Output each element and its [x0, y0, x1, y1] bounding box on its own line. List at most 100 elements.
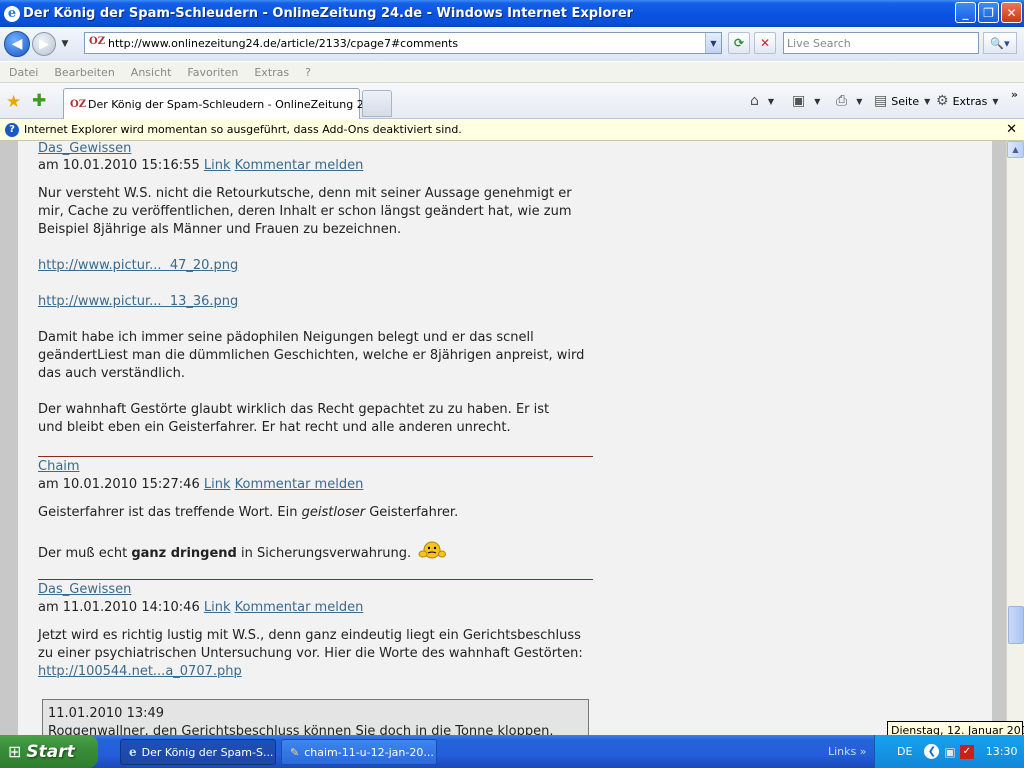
clock[interactable]: 13:30: [986, 745, 1018, 758]
system-tray: DE ❮ ▣ ✓ 13:30: [874, 735, 1024, 768]
refresh-button[interactable]: ⟳: [728, 32, 750, 54]
comment-link[interactable]: Link: [204, 477, 231, 492]
quote-text: Roggenwallner, den Gerichtsbeschluss kön…: [48, 724, 554, 735]
external-link[interactable]: http://100544.net...a_0707.php: [38, 664, 242, 679]
menu-bearbeiten[interactable]: Bearbeiten: [54, 66, 114, 79]
navigation-bar: ◀ ▶ ▼ OZ http://www.onlinezeitung24.de/a…: [0, 27, 1024, 61]
menu-bar: Datei Bearbeiten Ansicht Favoriten Extra…: [0, 61, 1024, 83]
taskbar-item-label: chaim-11-u-12-jan-20...: [304, 745, 434, 759]
report-comment-link[interactable]: Kommentar melden: [235, 158, 364, 173]
comment-date: am 10.01.2010 15:27:46: [38, 477, 200, 492]
comment-paragraph: Jetzt wird es richtig lustig mit W.S., d…: [38, 628, 583, 661]
taskbar-item-label: Der König der Spam-S...: [141, 745, 274, 759]
close-infobar-icon[interactable]: ✕: [1006, 122, 1017, 137]
tab-favicon-icon: OZ: [70, 98, 87, 110]
menu-extras[interactable]: Extras: [254, 66, 289, 79]
menu-help[interactable]: ?: [305, 66, 311, 79]
scroll-up-icon[interactable]: ▲: [1007, 141, 1024, 158]
info-bar[interactable]: ? Internet Explorer wird momentan so aus…: [0, 119, 1024, 141]
comment-divider: [38, 456, 593, 457]
quote-box: 11.01.2010 13:49 Roggenwallner, den Geri…: [42, 699, 589, 735]
history-dropdown-icon[interactable]: ▼: [59, 39, 71, 49]
comment-link[interactable]: Link: [204, 600, 231, 615]
search-button[interactable]: 🔍▾: [983, 32, 1017, 54]
tools-menu-label: Extras: [952, 94, 988, 108]
tools-menu-button[interactable]: ⚙ Extras ▼: [936, 93, 999, 109]
forward-button[interactable]: ▶: [32, 32, 56, 56]
comment-author-link[interactable]: Das_Gewissen: [38, 141, 131, 156]
quote-date: 11.01.2010 13:49: [48, 706, 165, 721]
search-input[interactable]: Live Search: [783, 32, 979, 54]
comment-paragraph: Der wahnhaft Gestörte glaubt wirklich da…: [38, 402, 550, 435]
minimize-button[interactable]: _: [955, 2, 976, 23]
comment-link[interactable]: Link: [204, 158, 231, 173]
comment-date: am 10.01.2010 15:16:55: [38, 158, 200, 173]
language-indicator[interactable]: DE: [897, 745, 912, 758]
thinking-smiley-icon: [418, 541, 447, 559]
page-viewport: Das_Gewissen am 10.01.2010 15:16:55 Link…: [0, 141, 1006, 735]
new-tab-button[interactable]: [362, 90, 392, 117]
image-link[interactable]: http://www.pictur... 47_20.png: [38, 258, 238, 273]
comment-author-link[interactable]: Das_Gewissen: [38, 582, 131, 597]
vertical-scrollbar[interactable]: ▲: [1006, 141, 1024, 735]
back-button[interactable]: ◀: [4, 31, 30, 57]
page-icon: ▤: [874, 93, 888, 109]
home-icon: ⌂: [750, 93, 759, 109]
taskbar-item-image[interactable]: ✎ chaim-11-u-12-jan-20...: [281, 739, 437, 765]
comment-paragraph: Nur versteht W.S. nicht die Retourkutsch…: [38, 186, 572, 237]
address-dropdown-icon[interactable]: ▼: [705, 33, 721, 53]
antivirus-icon[interactable]: ✓: [959, 744, 974, 759]
maximize-button[interactable]: ❐: [978, 2, 999, 23]
windows-logo-icon: ⊞: [8, 742, 22, 761]
info-icon: ?: [5, 122, 19, 137]
menu-ansicht[interactable]: Ansicht: [131, 66, 172, 79]
title-bar: e Der König der Spam-Schleudern - Online…: [0, 0, 1024, 27]
comment-meta: am 10.01.2010 15:16:55 Link Kommentar me…: [38, 157, 363, 175]
ie-icon: e: [129, 745, 137, 759]
comment-paragraph: Geisterfahrer ist das treffende Wort. Ei…: [38, 505, 459, 520]
chevron-more-icon[interactable]: »: [1011, 88, 1018, 101]
report-comment-link[interactable]: Kommentar melden: [235, 600, 364, 615]
tab-current[interactable]: OZ Der König der Spam-Schleudern - Onlin…: [63, 88, 388, 119]
comment-date: am 11.01.2010 14:10:46: [38, 600, 200, 615]
tab-bar: ★ ✚ OZ Der König der Spam-Schleudern - O…: [0, 83, 1024, 119]
window-title: Der König der Spam-Schleudern - OnlineZe…: [23, 6, 634, 21]
stop-button[interactable]: ✕: [754, 32, 776, 54]
start-button[interactable]: ⊞ Start: [0, 735, 98, 768]
comment-paragraph: Damit habe ich immer seine pädophilen Ne…: [38, 330, 585, 381]
rss-icon: ▣: [792, 93, 806, 109]
address-bar[interactable]: OZ http://www.onlinezeitung24.de/article…: [84, 32, 722, 54]
start-label: Start: [26, 741, 75, 762]
report-comment-link[interactable]: Kommentar melden: [235, 477, 364, 492]
taskbar: ⊞ Start e Der König der Spam-S... ✎ chai…: [0, 735, 1024, 768]
page-body: Das_Gewissen am 10.01.2010 15:16:55 Link…: [18, 141, 992, 735]
comment-meta: am 11.01.2010 14:10:46 Link Kommentar me…: [38, 599, 363, 617]
page-menu-label: Seite: [891, 94, 920, 108]
menu-datei[interactable]: Datei: [9, 66, 38, 79]
comment-divider: [38, 579, 593, 580]
image-link[interactable]: http://www.pictur... 13_36.png: [38, 294, 238, 309]
printer-icon: ⎙: [836, 93, 848, 109]
feeds-button[interactable]: ▣ ▼: [792, 93, 820, 109]
menu-favoriten[interactable]: Favoriten: [187, 66, 238, 79]
address-url[interactable]: http://www.onlinezeitung24.de/article/21…: [108, 37, 458, 50]
comment-meta: am 10.01.2010 15:27:46 Link Kommentar me…: [38, 476, 363, 494]
tab-label: Der König der Spam-Schleudern - OnlineZe…: [88, 97, 388, 111]
close-button[interactable]: ✕: [1001, 2, 1022, 23]
taskbar-item-browser[interactable]: e Der König der Spam-S...: [120, 739, 276, 765]
comment-paragraph: Der muß echt ganz dringend in Sicherungs…: [38, 541, 447, 563]
tray-expand-icon[interactable]: ❮: [924, 744, 940, 759]
site-favicon-icon: OZ: [89, 36, 106, 47]
add-favorites-icon[interactable]: ✚: [32, 91, 46, 111]
scroll-thumb[interactable]: [1008, 606, 1024, 644]
home-button[interactable]: ⌂ ▼: [750, 93, 774, 109]
ie-logo-icon: e: [4, 5, 20, 22]
print-button[interactable]: ⎙ ▼: [836, 93, 862, 109]
favorites-star-icon[interactable]: ★: [6, 92, 21, 112]
page-menu-button[interactable]: ▤ Seite ▼: [874, 93, 930, 109]
image-app-icon: ✎: [290, 745, 300, 759]
info-message: Internet Explorer wird momentan so ausge…: [24, 123, 462, 136]
links-toolbar[interactable]: Links »: [828, 745, 867, 758]
network-icon[interactable]: ▣: [944, 745, 955, 759]
comment-author-link[interactable]: Chaim: [38, 459, 80, 474]
